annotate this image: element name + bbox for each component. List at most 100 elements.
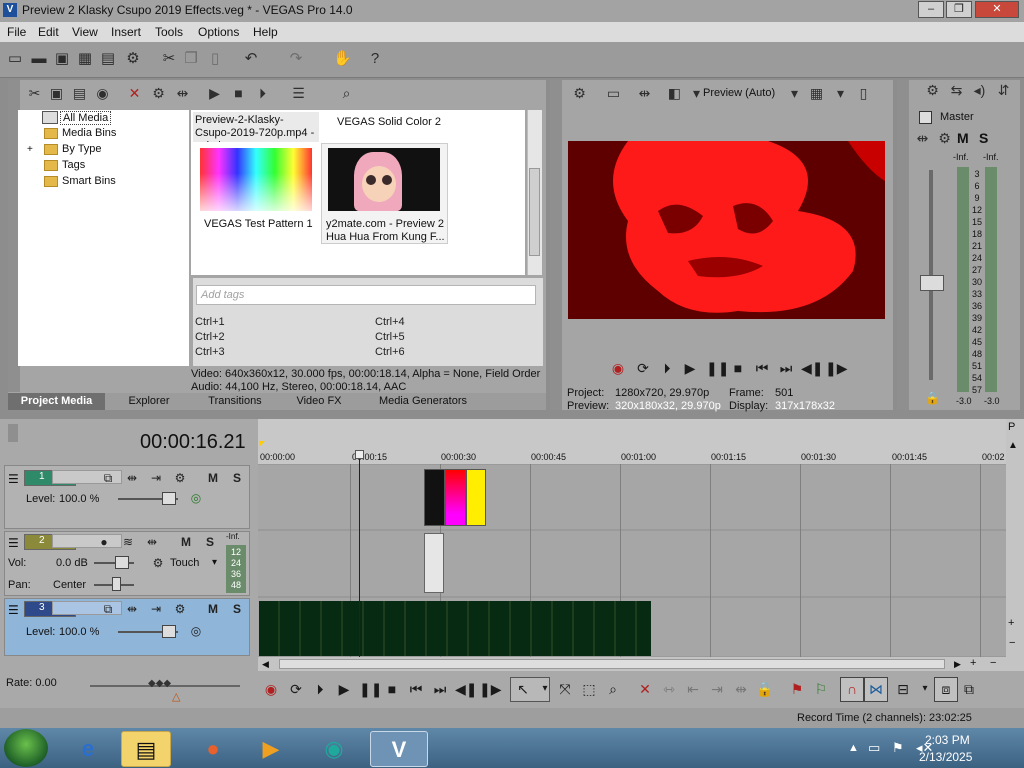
track-mute-button[interactable]: M bbox=[205, 601, 221, 617]
scroll-right-icon[interactable]: ▶ bbox=[954, 659, 961, 670]
fader-icon[interactable]: ⇆ bbox=[948, 82, 965, 99]
track-solo-button[interactable]: S bbox=[202, 534, 218, 550]
master-fader-handle[interactable] bbox=[920, 275, 944, 291]
scroll-left-icon[interactable]: ◀ bbox=[262, 659, 269, 670]
search-icon[interactable]: ⌕ bbox=[338, 85, 355, 102]
overlays-grid-icon[interactable]: ▦ bbox=[808, 85, 825, 102]
scrollbar-thumb[interactable] bbox=[529, 168, 540, 256]
volume-slider-thumb[interactable] bbox=[115, 556, 129, 569]
test-pattern-thumbnail[interactable] bbox=[200, 148, 312, 211]
go-to-start-icon[interactable]: ⏮ bbox=[407, 680, 425, 698]
media-fx-icon[interactable]: ⚙ bbox=[150, 85, 167, 102]
play-from-start-icon[interactable]: ⏵ bbox=[658, 359, 676, 377]
track-lane[interactable] bbox=[258, 465, 1006, 529]
invert-phase-icon[interactable]: ≋ bbox=[120, 534, 136, 550]
menu-tools[interactable]: Tools bbox=[155, 25, 183, 39]
delete-icon[interactable]: ✕ bbox=[636, 680, 654, 698]
compositing-icon[interactable]: ⇥ bbox=[148, 601, 164, 617]
save-as-icon[interactable]: ▦ bbox=[76, 50, 94, 68]
track-gear-icon[interactable]: ⚙ bbox=[172, 470, 188, 486]
previous-frame-icon[interactable]: ◀❚ bbox=[801, 359, 824, 377]
restore-button[interactable]: ❐ bbox=[946, 1, 972, 18]
track-fx-icon[interactable]: ⇹ bbox=[124, 470, 140, 486]
tree-item-media-bins[interactable]: Media Bins bbox=[62, 127, 116, 139]
tab-video-fx[interactable]: Video FX bbox=[279, 393, 359, 410]
lock-icon[interactable]: 🔒 bbox=[756, 680, 774, 698]
whats-this-help-icon[interactable]: ? bbox=[366, 50, 384, 68]
clock-time[interactable]: 2:03 PM bbox=[925, 733, 970, 747]
zoom-out-icon[interactable]: − bbox=[990, 657, 996, 669]
record-icon[interactable]: ◉ bbox=[262, 680, 280, 698]
redo-icon[interactable]: ↷ bbox=[287, 50, 305, 68]
copy-icon[interactable]: ❐ bbox=[182, 50, 200, 68]
paste-icon[interactable]: ▯ bbox=[206, 50, 224, 68]
pause-icon[interactable]: ❚❚ bbox=[706, 359, 729, 377]
speaker-icon[interactable]: ◂) bbox=[971, 82, 988, 99]
stop-icon[interactable]: ■ bbox=[383, 680, 401, 698]
go-to-end-icon[interactable]: ⏭ bbox=[431, 680, 449, 698]
playhead-cursor[interactable] bbox=[359, 452, 360, 657]
preview-settings-gear-icon[interactable]: ⚙ bbox=[571, 85, 588, 102]
track-solo-button[interactable]: S bbox=[229, 601, 245, 617]
track-lane[interactable] bbox=[258, 531, 1006, 596]
media-tile-label[interactable]: VEGAS Solid Color 2 bbox=[337, 116, 441, 128]
video-clip[interactable] bbox=[466, 469, 486, 526]
copy-snapshot-icon[interactable]: ▯ bbox=[855, 85, 872, 102]
save-icon[interactable]: ▣ bbox=[53, 50, 71, 68]
edit-tool-icon[interactable]: ✋ bbox=[333, 50, 352, 68]
normal-edit-tool-icon[interactable]: ↖ bbox=[514, 680, 532, 698]
split-icon[interactable]: ⇹ bbox=[174, 85, 191, 102]
trim-start-icon[interactable]: ⇤ bbox=[684, 680, 702, 698]
tab-media-generators[interactable]: Media Generators bbox=[361, 393, 485, 410]
play-icon[interactable]: ▶ bbox=[681, 359, 699, 377]
pause-icon[interactable]: ❚❚ bbox=[359, 680, 382, 698]
file-explorer-icon[interactable]: ▤ bbox=[121, 731, 171, 767]
open-folder-icon[interactable]: ▬ bbox=[30, 50, 48, 68]
track-collapse-icon[interactable]: ☰ bbox=[8, 536, 19, 550]
show-hidden-icons[interactable]: ▲ bbox=[848, 742, 859, 754]
tags-input[interactable]: Add tags bbox=[196, 285, 536, 305]
get-media-web-icon[interactable]: ◉ bbox=[94, 85, 111, 102]
audio-clip[interactable] bbox=[424, 533, 444, 593]
chevron-down-icon[interactable]: ▾ bbox=[212, 557, 217, 568]
chevron-down-icon[interactable]: ▾ bbox=[832, 85, 849, 102]
start-button[interactable] bbox=[4, 729, 48, 767]
video-clip[interactable] bbox=[445, 469, 466, 526]
bus-gear-icon[interactable]: ⚙ bbox=[936, 130, 953, 147]
capture-video-icon[interactable]: ▤ bbox=[71, 85, 88, 102]
track-collapse-icon[interactable]: ☰ bbox=[8, 472, 19, 486]
selection-tool-icon[interactable]: ⬚ bbox=[580, 680, 598, 698]
envelope-tool-icon[interactable]: ⤧ bbox=[556, 680, 574, 698]
new-file-icon[interactable]: ▭ bbox=[6, 50, 24, 68]
preview-quality-dropdown[interactable]: Preview (Auto) bbox=[703, 87, 775, 99]
pan-slider-thumb[interactable] bbox=[112, 577, 121, 591]
region-icon[interactable]: ⚐ bbox=[812, 680, 830, 698]
track-motion-icon[interactable]: ⧉ bbox=[100, 601, 116, 617]
menu-help[interactable]: Help bbox=[253, 25, 278, 39]
tab-project-media[interactable]: Project Media bbox=[8, 393, 105, 410]
preview-fx-icon[interactable]: ◧ bbox=[666, 85, 683, 102]
tree-item-by-type[interactable]: By Type bbox=[62, 143, 102, 155]
tree-item-smart-bins[interactable]: Smart Bins bbox=[62, 175, 116, 187]
media-tile-label[interactable]: VEGAS Test Pattern 1 bbox=[204, 218, 313, 230]
tree-item-all-media[interactable]: All Media bbox=[60, 111, 112, 125]
minimize-button[interactable]: – bbox=[918, 1, 944, 18]
scroll-up-icon[interactable]: ▲ bbox=[1008, 440, 1018, 451]
next-frame-icon[interactable]: ❚▶ bbox=[825, 359, 848, 377]
level-slider-thumb[interactable] bbox=[162, 492, 176, 505]
zoom-in-icon[interactable]: + bbox=[1008, 617, 1014, 629]
track-gear-icon[interactable]: ⚙ bbox=[172, 601, 188, 617]
media-player-icon[interactable]: ▶ bbox=[246, 731, 296, 767]
internet-explorer-icon[interactable]: e bbox=[63, 731, 113, 767]
arm-record-icon[interactable]: ● bbox=[96, 534, 112, 550]
compositing-icon[interactable]: ⇥ bbox=[148, 470, 164, 486]
play-from-start-icon[interactable]: ⏵ bbox=[311, 680, 329, 698]
track-fx-icon[interactable]: ⇹ bbox=[144, 534, 160, 550]
render-icon[interactable]: ▤ bbox=[99, 50, 117, 68]
track-solo-button[interactable]: S bbox=[229, 470, 245, 486]
clock-date[interactable]: 2/13/2025 bbox=[919, 750, 972, 764]
video-clip[interactable] bbox=[424, 469, 445, 526]
playhead-handle[interactable] bbox=[355, 450, 364, 459]
tree-expander-by-type[interactable]: + bbox=[27, 144, 33, 155]
menu-options[interactable]: Options bbox=[198, 25, 239, 39]
